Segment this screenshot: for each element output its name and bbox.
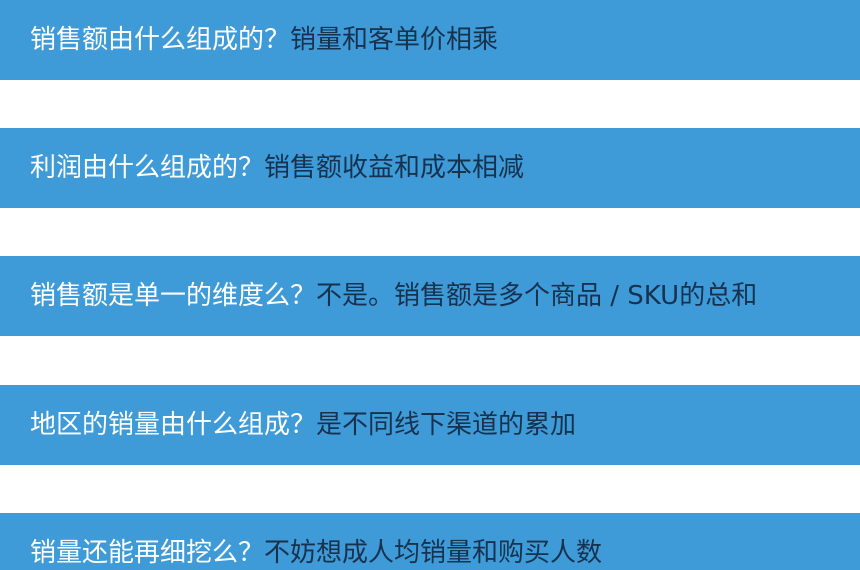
answer-text: 不妨想成人均销量和购买人数 [264,538,603,568]
qa-bar: 利润由什么组成的？ 销售额收益和成本相减 [0,128,860,208]
qa-bar: 销售额由什么组成的？ 销量和客单价相乘 [0,0,860,80]
question-text: 销售额由什么组成的？ [30,25,291,55]
question-text: 地区的销量由什么组成？ [30,410,317,440]
question-text: 销售额是单一的维度么？ [30,281,317,311]
answer-text: 是不同线下渠道的累加 [316,410,577,440]
qa-bar: 地区的销量由什么组成？ 是不同线下渠道的累加 [0,385,860,465]
question-text: 利润由什么组成的？ [30,153,265,183]
qa-slide: 销售额由什么组成的？ 销量和客单价相乘 利润由什么组成的？ 销售额收益和成本相减 销… [0,0,860,570]
qa-bar: 销售额是单一的维度么？ 不是。销售额是多个商品 / SKU的总和 [0,256,860,336]
question-text: 销量还能再细挖么？ [30,538,265,568]
answer-text: 销售额收益和成本相减 [264,153,525,183]
answer-text: 销量和客单价相乘 [290,25,499,55]
answer-text: 不是。销售额是多个商品 / SKU的总和 [316,281,758,311]
qa-bar: 销量还能再细挖么？ 不妨想成人均销量和购买人数 [0,513,860,570]
